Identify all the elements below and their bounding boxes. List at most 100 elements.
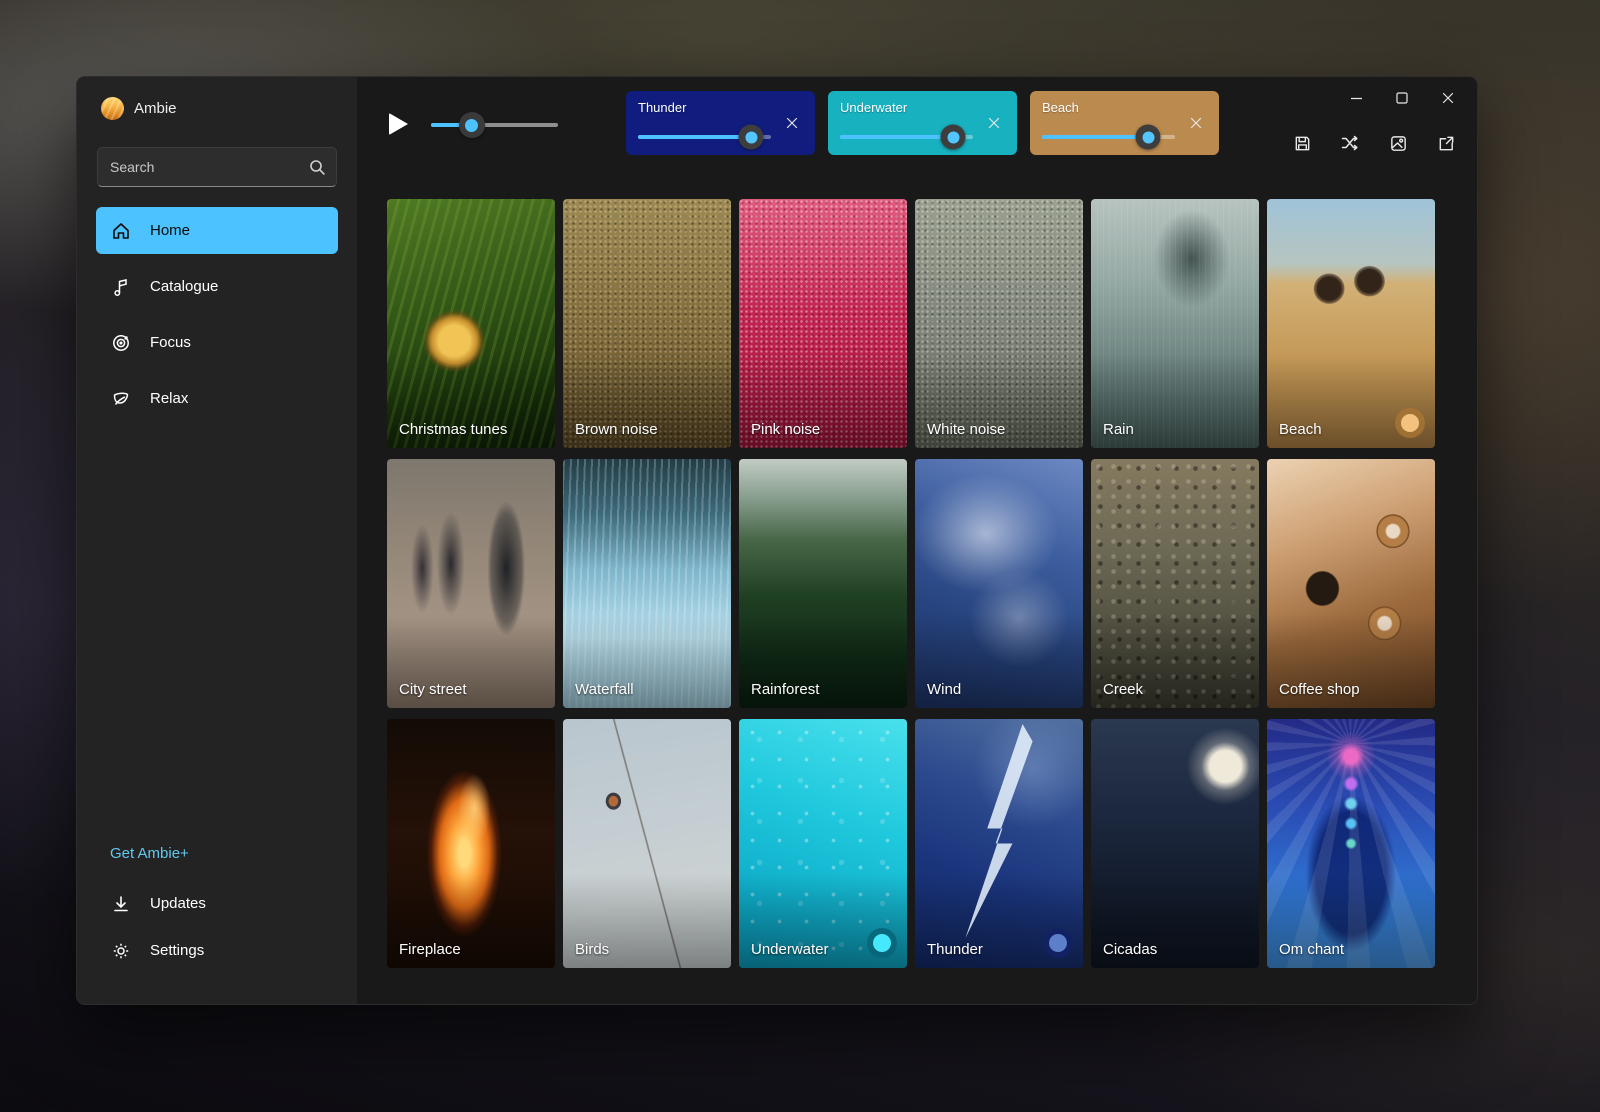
- sidebar-item-focus[interactable]: Focus: [96, 319, 338, 366]
- slider-thumb[interactable]: [459, 112, 485, 138]
- play-icon: [389, 113, 408, 135]
- sidebar-item-label: Catalogue: [150, 278, 218, 295]
- ambie-logo-icon: [101, 97, 124, 120]
- close-icon[interactable]: [779, 110, 805, 136]
- close-button[interactable]: [1425, 81, 1471, 115]
- shuffle-icon: [1340, 133, 1360, 153]
- sound-tile-birds[interactable]: Birds: [563, 719, 731, 968]
- chip-volume-slider[interactable]: [638, 135, 771, 139]
- sound-tile-label: Pink noise: [751, 420, 895, 440]
- sound-tile-om[interactable]: Om chant: [1267, 719, 1435, 968]
- sound-tile-label: Om chant: [1279, 940, 1423, 960]
- sound-tile-fireplace[interactable]: Fireplace: [387, 719, 555, 968]
- sound-tile-rain[interactable]: Rain: [1091, 199, 1259, 448]
- sidebar-item-label: Relax: [150, 390, 188, 407]
- sidebar-item-updates[interactable]: Updates: [96, 880, 338, 927]
- active-sound-indicator: [1043, 928, 1073, 958]
- window-controls: [1333, 81, 1471, 115]
- slider-thumb[interactable]: [1136, 125, 1161, 150]
- leaf-icon: [110, 388, 132, 410]
- sidebar-item-label: Focus: [150, 334, 191, 351]
- active-sound-chip-underwater[interactable]: Underwater: [828, 91, 1017, 155]
- slider-thumb[interactable]: [739, 125, 764, 150]
- sound-tile-beach[interactable]: Beach: [1267, 199, 1435, 448]
- screensaver-button[interactable]: [1381, 127, 1415, 159]
- close-icon[interactable]: [981, 110, 1007, 136]
- slider-fill: [638, 135, 751, 139]
- sound-tile-city[interactable]: City street: [387, 459, 555, 708]
- sound-tile-cicadas[interactable]: Cicadas: [1091, 719, 1259, 968]
- active-sound-indicator: [867, 928, 897, 958]
- ambie-window: Ambie Home Catalogue Focus Relax Get Ambie+…: [76, 76, 1478, 1005]
- close-icon: [1441, 91, 1455, 105]
- chip-volume-slider[interactable]: [840, 135, 973, 139]
- sound-tile-label: Cicadas: [1103, 940, 1247, 960]
- sound-tile-brown[interactable]: Brown noise: [563, 199, 731, 448]
- active-sound-chip-beach[interactable]: Beach: [1030, 91, 1219, 155]
- share-icon: [1437, 134, 1456, 153]
- sound-tile-waterfall[interactable]: Waterfall: [563, 459, 731, 708]
- sound-tile-label: Birds: [575, 940, 719, 960]
- search-input[interactable]: [110, 159, 309, 175]
- master-volume-slider[interactable]: [431, 123, 558, 127]
- slider-fill: [1042, 135, 1148, 139]
- slider-fill: [840, 135, 953, 139]
- search-box[interactable]: [97, 147, 337, 187]
- download-icon: [110, 893, 132, 915]
- sound-tile-label: Christmas tunes: [399, 420, 543, 440]
- sound-tile-label: City street: [399, 680, 543, 700]
- sound-tile-label: Coffee shop: [1279, 680, 1423, 700]
- active-sound-chip-thunder[interactable]: Thunder: [626, 91, 815, 155]
- slider-thumb[interactable]: [941, 125, 966, 150]
- shuffle-button[interactable]: [1333, 127, 1367, 159]
- sidebar-item-settings[interactable]: Settings: [96, 927, 338, 974]
- share-button[interactable]: [1429, 127, 1463, 159]
- music-note-icon: [110, 276, 132, 298]
- sidebar-item-home[interactable]: Home: [96, 207, 338, 254]
- toolbar-actions: [1285, 127, 1463, 159]
- sound-tile-thunder[interactable]: Thunder: [915, 719, 1083, 968]
- app-title: Ambie: [134, 100, 177, 117]
- sound-tile-underwater[interactable]: Underwater: [739, 719, 907, 968]
- sidebar-item-relax[interactable]: Relax: [96, 375, 338, 422]
- sound-tile-christmas[interactable]: Christmas tunes: [387, 199, 555, 448]
- sound-tile-coffee[interactable]: Coffee shop: [1267, 459, 1435, 708]
- sidebar-item-label: Home: [150, 222, 190, 239]
- image-icon: [1389, 134, 1408, 153]
- active-sound-indicator: [1395, 408, 1425, 438]
- gear-icon: [110, 940, 132, 962]
- sidebar-footer-items: Updates Settings: [96, 880, 338, 974]
- sound-tile-label: Brown noise: [575, 420, 719, 440]
- play-button[interactable]: [381, 107, 415, 141]
- sound-tile-pink[interactable]: Pink noise: [739, 199, 907, 448]
- home-icon: [110, 220, 132, 242]
- sidebar-item-label: Settings: [150, 942, 204, 959]
- sound-tile-white[interactable]: White noise: [915, 199, 1083, 448]
- sound-tile-wind[interactable]: Wind: [915, 459, 1083, 708]
- sidebar-nav: Home Catalogue Focus Relax: [96, 207, 338, 422]
- sidebar-footer: Get Ambie+ Updates Settings: [96, 835, 338, 974]
- sidebar-item-catalogue[interactable]: Catalogue: [96, 263, 338, 310]
- save-icon: [1293, 134, 1312, 153]
- sound-tile-label: Wind: [927, 680, 1071, 700]
- get-ambie-plus-link[interactable]: Get Ambie+: [96, 835, 338, 872]
- sound-tile-rainforest[interactable]: Rainforest: [739, 459, 907, 708]
- minimize-button[interactable]: [1333, 81, 1379, 115]
- sound-tile-label: Fireplace: [399, 940, 543, 960]
- sound-grid: Christmas tunes Brown noise Pink noise Whit…: [387, 199, 1435, 968]
- target-icon: [110, 332, 132, 354]
- sound-tile-label: Waterfall: [575, 680, 719, 700]
- sidebar-item-label: Updates: [150, 895, 206, 912]
- minimize-icon: [1349, 91, 1364, 106]
- save-button[interactable]: [1285, 127, 1319, 159]
- sound-tile-label: Rainforest: [751, 680, 895, 700]
- close-icon[interactable]: [1183, 110, 1209, 136]
- chip-volume-slider[interactable]: [1042, 135, 1175, 139]
- sound-tile-creek[interactable]: Creek: [1091, 459, 1259, 708]
- sound-tile-label: White noise: [927, 420, 1071, 440]
- maximize-button[interactable]: [1379, 81, 1425, 115]
- sound-tile-label: Creek: [1103, 680, 1247, 700]
- main-content: ThunderUnderwaterBeach Christmas tunesBr…: [357, 77, 1477, 1004]
- active-sound-chips: ThunderUnderwaterBeach: [626, 91, 1219, 155]
- search-icon[interactable]: [309, 159, 326, 176]
